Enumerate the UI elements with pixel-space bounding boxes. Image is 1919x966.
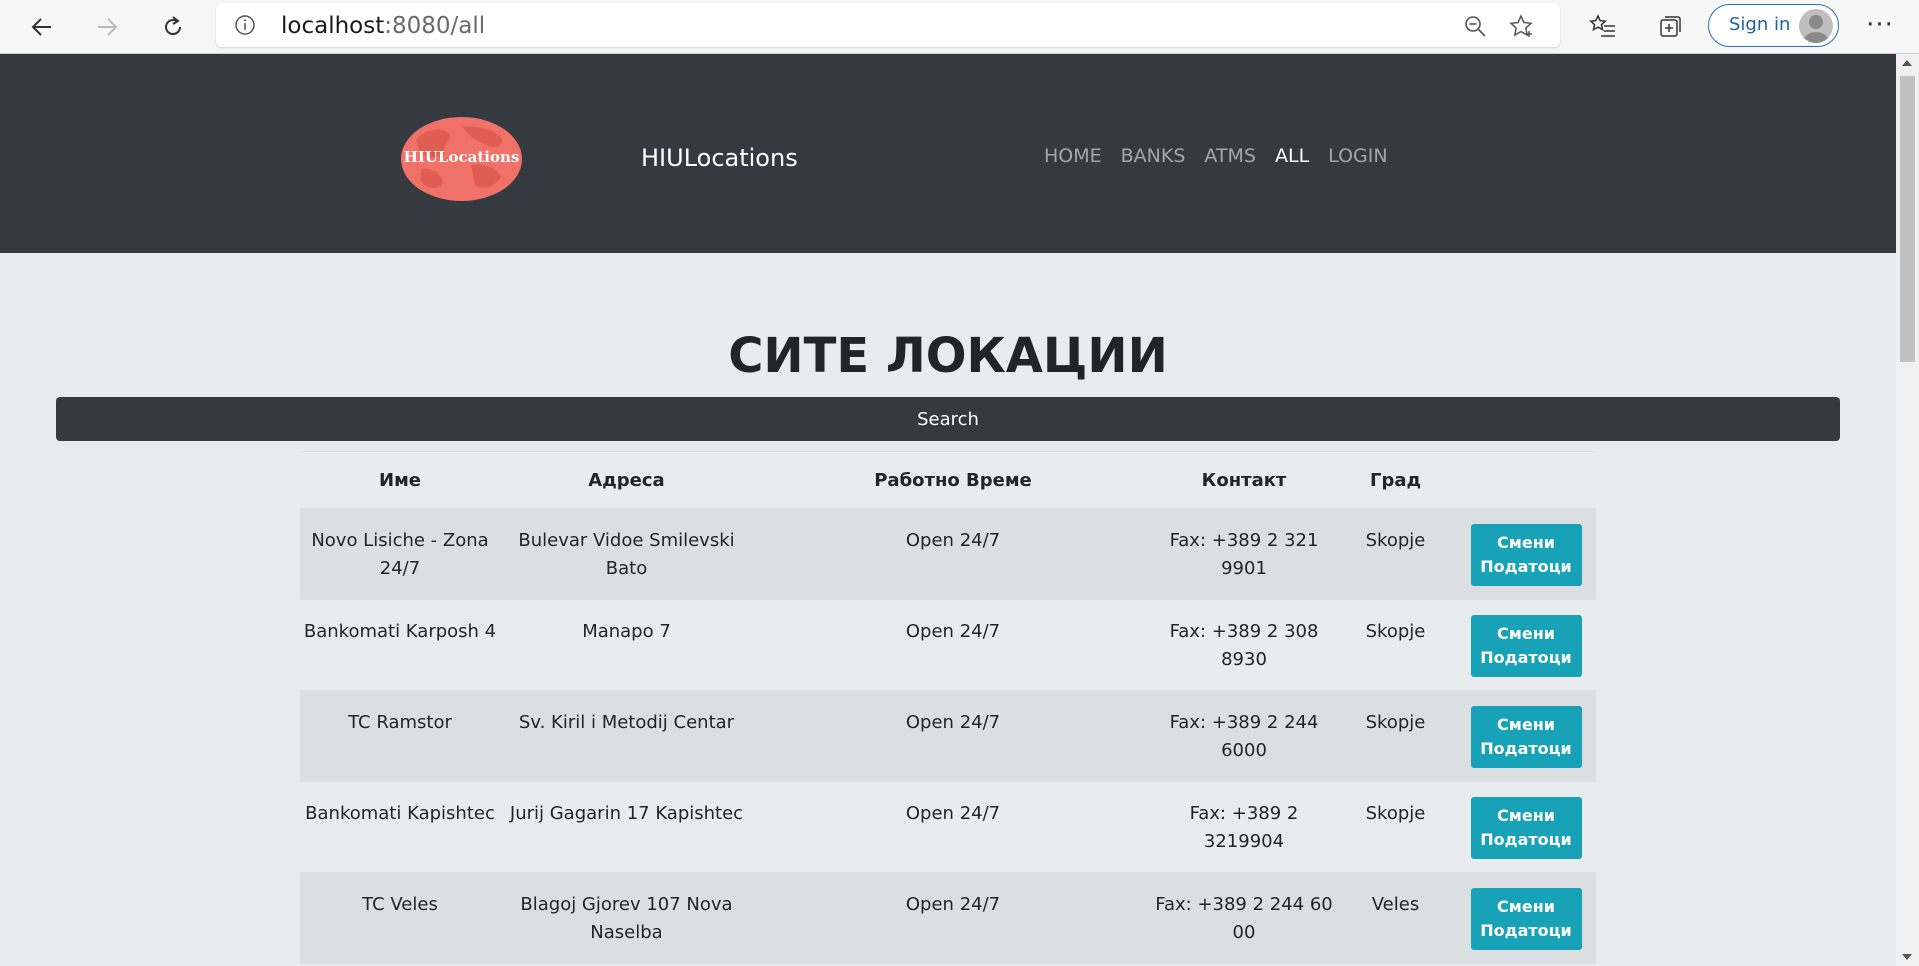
cell-name: Bankomati Kapishtec	[300, 781, 500, 873]
cell-address: Jurij Gagarin 17 Kapishtec	[500, 781, 753, 873]
cell-contact: Fax: +389 2 244 60 00	[1153, 872, 1335, 964]
cell-contact: Fax: +389 2 321 9901	[1153, 508, 1335, 600]
cell-name: Novo Lisiche - Zona 24/7	[300, 508, 500, 600]
cell-action: Смени Податоци	[1456, 599, 1596, 691]
refresh-icon[interactable]	[154, 8, 192, 46]
cell-address: Blagoj Gjorev 107 Nova Naselba	[500, 872, 753, 964]
cell-action: Смени Податоци	[1456, 690, 1596, 782]
brand-name[interactable]: HIULocations	[641, 144, 798, 172]
locations-table: Име Адреса Работно Време Контакт Град No…	[300, 451, 1596, 964]
cell-city: Skopje	[1335, 508, 1456, 600]
cell-address: Sv. Kiril i Metodij Centar	[500, 690, 753, 782]
column-header-city: Град	[1335, 451, 1456, 509]
cell-name: TC Veles	[300, 872, 500, 964]
logo-text: HIULocations	[403, 148, 520, 166]
nav-all[interactable]: ALL	[1275, 145, 1309, 167]
column-header-hours: Работно Време	[753, 451, 1153, 509]
address-bar[interactable]: localhost:8080/all	[216, 3, 1560, 47]
cell-city: Skopje	[1335, 781, 1456, 873]
info-icon[interactable]	[234, 14, 256, 36]
url-text[interactable]: localhost:8080/all	[281, 13, 485, 39]
avatar-icon	[1799, 9, 1833, 43]
logo[interactable]: HIULocations	[401, 117, 522, 201]
column-header-name: Име	[300, 451, 500, 509]
column-header-address: Адреса	[500, 451, 753, 509]
cell-city: Veles	[1335, 872, 1456, 964]
main-nav: HOME BANKS ATMS ALL LOGIN	[1044, 145, 1388, 167]
edit-data-button[interactable]: Смени Податоци	[1470, 706, 1582, 768]
cell-action: Смени Податоци	[1456, 508, 1596, 600]
more-menu-icon[interactable]: ···	[1860, 10, 1900, 40]
nav-home[interactable]: HOME	[1044, 145, 1102, 167]
scroll-up-icon[interactable]	[1902, 60, 1912, 66]
page-scrollbar[interactable]	[1896, 54, 1919, 966]
cell-name: TC Ramstor	[300, 690, 500, 782]
cell-address: Bulevar Vidoe Smilevski Bato	[500, 508, 753, 600]
edit-data-button[interactable]: Смени Податоци	[1470, 797, 1582, 859]
scroll-thumb[interactable]	[1900, 76, 1915, 362]
cell-city: Skopje	[1335, 599, 1456, 691]
forward-icon[interactable]	[88, 8, 126, 46]
cell-action: Смени Податоци	[1456, 872, 1596, 964]
nav-login[interactable]: LOGIN	[1328, 145, 1387, 167]
table-row: Bankomati Karposh 4 Manapo 7 Open 24/7 F…	[300, 599, 1596, 691]
cell-hours: Open 24/7	[753, 872, 1153, 964]
browser-toolbar: localhost:8080/all Sign in ···	[0, 0, 1919, 54]
favorites-list-icon[interactable]	[1589, 12, 1617, 40]
favorite-star-icon[interactable]	[1508, 13, 1534, 39]
edit-data-button[interactable]: Смени Податоци	[1470, 524, 1582, 586]
sign-in-button[interactable]: Sign in	[1708, 4, 1839, 47]
cell-contact: Fax: +389 2 3219904	[1153, 781, 1335, 873]
cell-hours: Open 24/7	[753, 508, 1153, 600]
page-title: СИТЕ ЛОКАЦИИ	[728, 328, 1168, 384]
table-row: Novo Lisiche - Zona 24/7 Bulevar Vidoe S…	[300, 508, 1596, 600]
back-icon[interactable]	[23, 8, 61, 46]
nav-atms[interactable]: ATMS	[1204, 145, 1256, 167]
table-row: TC Veles Blagoj Gjorev 107 Nova Naselba …	[300, 872, 1596, 964]
cell-contact: Fax: +389 2 308 8930	[1153, 599, 1335, 691]
collections-icon[interactable]	[1656, 12, 1684, 40]
table-row: TC Ramstor Sv. Kiril i Metodij Centar Op…	[300, 690, 1596, 782]
cell-city: Skopje	[1335, 690, 1456, 782]
table-row: Bankomati Kapishtec Jurij Gagarin 17 Kap…	[300, 781, 1596, 873]
search-button[interactable]: Search	[56, 397, 1840, 441]
cell-name: Bankomati Karposh 4	[300, 599, 500, 691]
cell-address: Manapo 7	[500, 599, 753, 691]
nav-banks[interactable]: BANKS	[1121, 145, 1186, 167]
sign-in-label: Sign in	[1729, 14, 1791, 35]
table-header-row: Име Адреса Работно Време Контакт Град	[300, 451, 1596, 509]
cell-hours: Open 24/7	[753, 781, 1153, 873]
cell-hours: Open 24/7	[753, 690, 1153, 782]
zoom-icon[interactable]	[1462, 13, 1488, 39]
cell-contact: Fax: +389 2 244 6000	[1153, 690, 1335, 782]
edit-data-button[interactable]: Смени Податоци	[1470, 615, 1582, 677]
cell-hours: Open 24/7	[753, 599, 1153, 691]
cell-action: Смени Податоци	[1456, 781, 1596, 873]
site-header: HIULocations HIULocations HOME BANKS ATM…	[0, 54, 1896, 253]
column-header-contact: Контакт	[1153, 451, 1335, 509]
scroll-down-icon[interactable]	[1902, 954, 1912, 960]
edit-data-button[interactable]: Смени Податоци	[1470, 888, 1582, 950]
column-header-action	[1456, 451, 1596, 509]
